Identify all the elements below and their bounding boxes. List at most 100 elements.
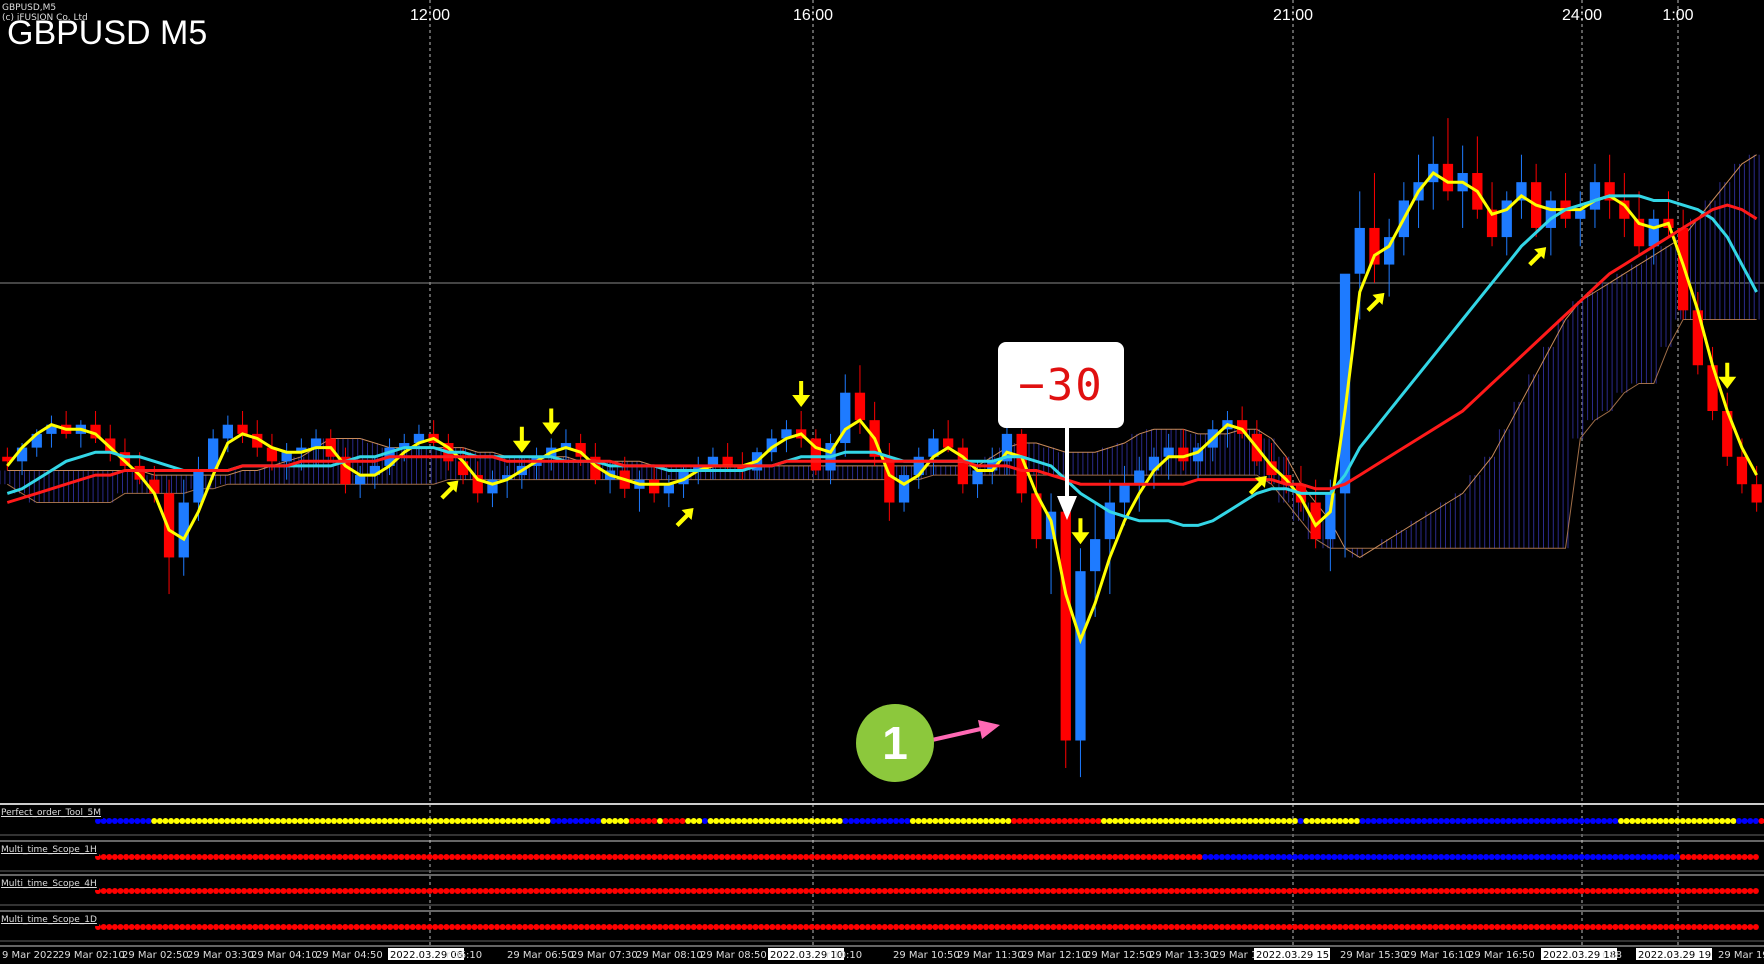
signal-dot <box>1438 854 1445 860</box>
signal-dot <box>1595 818 1602 824</box>
signal-dot <box>297 924 304 930</box>
signal-dot <box>347 888 354 894</box>
signal-dot <box>971 924 978 930</box>
signal-dot <box>505 818 512 824</box>
signal-dot <box>1067 924 1074 930</box>
signal-dot <box>921 818 928 824</box>
signal-dot <box>1016 854 1023 860</box>
signal-dot <box>336 924 343 930</box>
signal-dot <box>538 924 545 930</box>
signal-dot <box>111 818 118 824</box>
signal-dot <box>1556 854 1563 860</box>
signal-dot <box>162 924 169 930</box>
signal-dot <box>713 818 720 824</box>
signal-dot <box>1269 924 1276 930</box>
signal-dot <box>449 924 456 930</box>
signal-dot <box>460 888 467 894</box>
signal-dot <box>887 854 894 860</box>
signal-dot <box>1556 924 1563 930</box>
signal-dot <box>657 924 663 930</box>
signal-dot <box>1078 888 1085 894</box>
signal-dot <box>392 888 399 894</box>
signal-dot <box>179 888 186 894</box>
bottom-time-label: 29 Mar 04:10 <box>251 950 318 961</box>
price-chart[interactable]: 12:00 16:00 21:00 24:00 1:009 Mar 202229 Mar… <box>0 0 1764 964</box>
signal-dot <box>1707 888 1714 894</box>
signal-dot <box>786 818 793 824</box>
signal-dot <box>1426 888 1433 894</box>
signal-dot <box>612 888 619 894</box>
signal-dot <box>909 888 916 894</box>
signal-dot <box>1095 888 1102 894</box>
signal-dot <box>145 854 152 860</box>
signal-dot <box>1522 818 1529 824</box>
signal-dot <box>331 818 338 824</box>
signal-dot <box>1719 924 1726 930</box>
signal-dot <box>1370 854 1377 860</box>
signal-dot <box>1061 888 1068 894</box>
signal-dot <box>184 854 191 860</box>
candle <box>1384 218 1395 297</box>
signal-dot <box>1247 924 1254 930</box>
signal-dot <box>617 888 624 894</box>
signal-dot <box>1140 818 1147 824</box>
signal-dot <box>314 818 321 824</box>
signal-dot <box>1044 818 1051 824</box>
signal-dot <box>1370 818 1377 824</box>
indicator-pane-2 <box>0 840 1764 872</box>
signal-dot <box>1719 854 1726 860</box>
signal-dot <box>673 818 680 824</box>
signal-dot <box>1022 924 1029 930</box>
signal-dot <box>286 924 293 930</box>
signal-dot <box>308 888 315 894</box>
signal-dot <box>173 854 180 860</box>
signal-dot <box>1286 924 1293 930</box>
signal-dot <box>949 888 956 894</box>
signal-dot <box>179 854 186 860</box>
signal-dot <box>1393 924 1400 930</box>
signal-dot <box>1353 888 1360 894</box>
signal-dot <box>1443 854 1450 860</box>
signal-dot <box>1331 924 1338 930</box>
signal-dot <box>128 888 135 894</box>
signal-dot <box>808 888 815 894</box>
signal-dot <box>864 924 871 930</box>
signal-dot <box>246 888 253 894</box>
signal-dot <box>1528 854 1535 860</box>
signal-dot <box>190 924 197 930</box>
signal-dot <box>848 888 855 894</box>
signal-dot <box>1724 924 1731 930</box>
signal-dot <box>842 924 849 930</box>
signal-dot <box>555 888 562 894</box>
signal-dot <box>1342 888 1349 894</box>
signal-dot <box>758 924 765 930</box>
signal-dot <box>241 854 248 860</box>
signal-dot <box>999 818 1006 824</box>
signal-dot <box>724 924 731 930</box>
signal-dot <box>977 888 984 894</box>
signal-dot <box>229 924 236 930</box>
signal-dot <box>645 888 652 894</box>
signal-dot <box>1140 854 1147 860</box>
signal-dot <box>960 888 967 894</box>
signal-dot <box>1410 888 1417 894</box>
signal-dot <box>139 924 146 930</box>
signal-dot <box>752 818 759 824</box>
signal-dot <box>595 888 602 894</box>
signal-dot <box>1095 854 1102 860</box>
annotation-circle-pointer <box>931 726 986 742</box>
signal-dot <box>1752 818 1759 824</box>
signal-dot <box>746 818 753 824</box>
signal-dot <box>741 924 748 930</box>
signal-dot <box>1365 924 1372 930</box>
bottom-time-label: 29 Mar 07:30 <box>571 950 638 961</box>
signal-dot <box>1752 924 1759 930</box>
signal-dot <box>117 924 124 930</box>
signal-dot <box>454 924 461 930</box>
signal-dot <box>1544 888 1551 894</box>
signal-dot <box>994 854 1001 860</box>
signal-dot <box>707 888 714 894</box>
signal-dot <box>1702 854 1709 860</box>
signal-dot <box>836 854 843 860</box>
signal-dot <box>628 818 635 824</box>
